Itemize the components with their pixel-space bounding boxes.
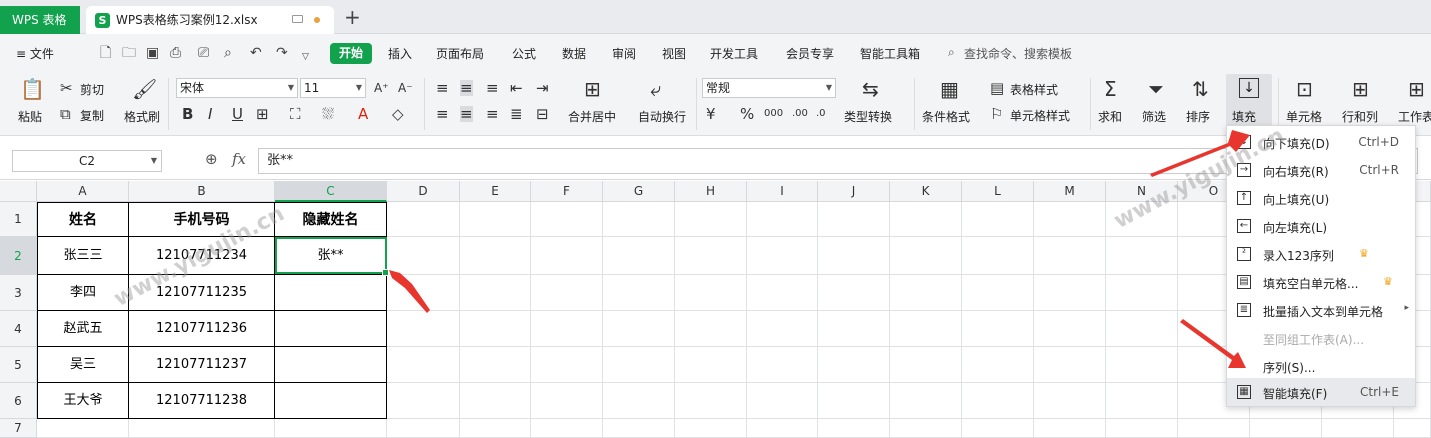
arrow-fill-down	[1150, 130, 1250, 177]
annotation-arrows	[389, 130, 1250, 368]
arrow-selected-cell	[389, 270, 430, 313]
arrow-smart-fill	[1180, 319, 1246, 368]
